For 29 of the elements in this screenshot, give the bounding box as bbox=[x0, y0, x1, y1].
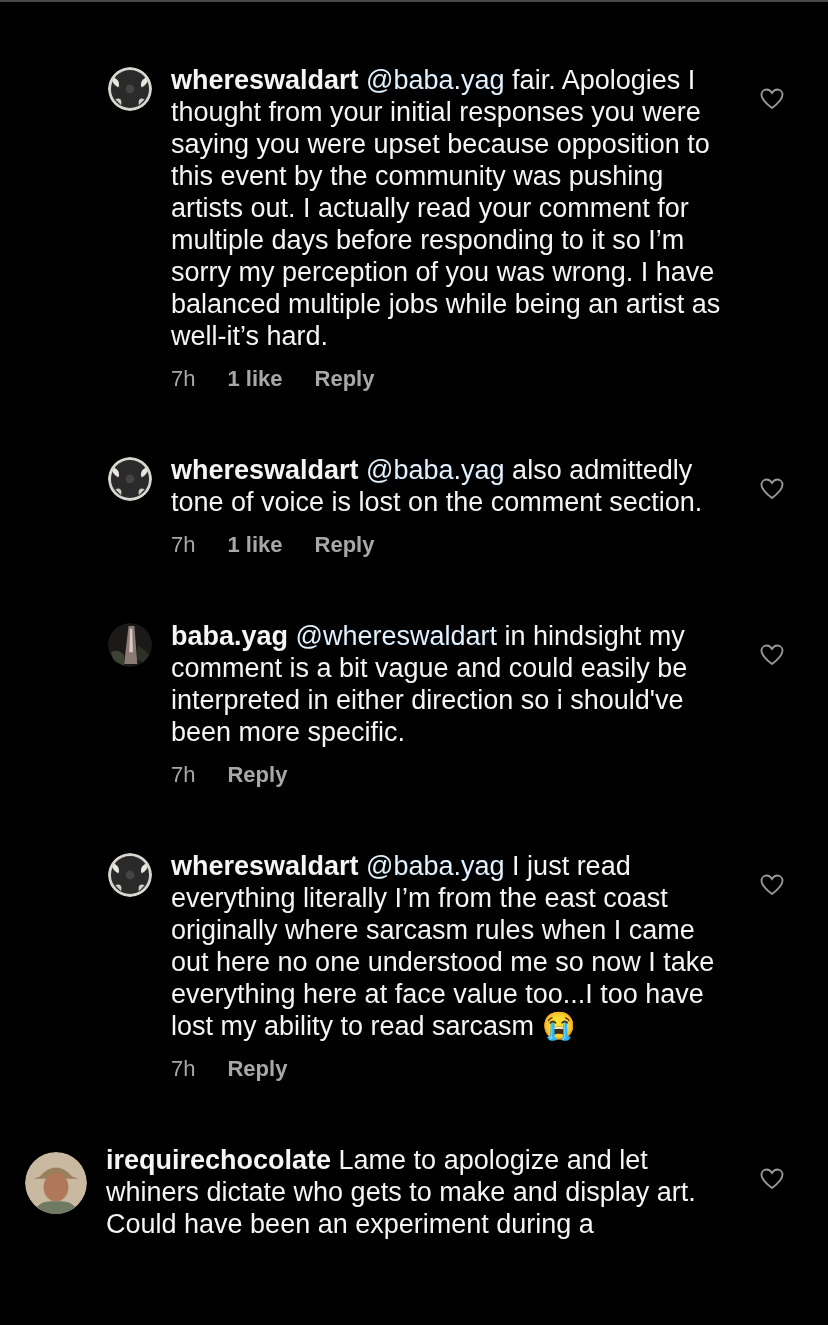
comment-text: whereswaldart @baba.yag also admittedly tone of voice is lost on the comment section. bbox=[171, 454, 704, 518]
heart-icon[interactable] bbox=[760, 1168, 784, 1190]
heart-icon[interactable] bbox=[760, 644, 784, 666]
likes-count[interactable]: 1 like bbox=[227, 366, 283, 392]
comment-text: whereswaldart @baba.yag fair. Apologies I thought from your initial responses you were saying you were upset because opposition to this event by the community was pushing artists out. I actually read your comment for multiple days before responding to it so I’m sorry my perception of you was wrong. I have balanced multiple jobs while being an artist as well-it’s hard. bbox=[171, 64, 722, 352]
comment-text: baba.yag @whereswaldart in hindsight my comment is a bit vague and could easily be interpreted in either direction so i should've been more specific. bbox=[171, 620, 689, 748]
comment-text: whereswaldart @baba.yag I just read everything literally I’m from the east coast originally where sarcasm rules when I came out here no one understood me so now I take everything here at face value too...I too have lost my ability to read sarcasm 😭 bbox=[171, 850, 716, 1042]
timestamp: 7h bbox=[171, 532, 196, 558]
heart-icon[interactable] bbox=[760, 478, 784, 500]
heart-icon[interactable] bbox=[760, 88, 784, 110]
username[interactable]: irequirechocolate bbox=[106, 1145, 332, 1175]
username[interactable]: whereswaldart bbox=[171, 65, 359, 95]
reply-button[interactable]: Reply bbox=[227, 762, 288, 788]
timestamp: 7h bbox=[171, 762, 196, 788]
heart-icon[interactable] bbox=[760, 874, 784, 896]
mention-link[interactable]: @whereswaldart bbox=[295, 621, 498, 651]
username[interactable]: whereswaldart bbox=[171, 851, 359, 881]
mention-link[interactable]: @baba.yag bbox=[366, 851, 505, 881]
timestamp: 7h bbox=[171, 366, 196, 392]
mention-link[interactable]: @baba.yag bbox=[366, 65, 505, 95]
reply-button[interactable]: Reply bbox=[314, 366, 375, 392]
username[interactable]: baba.yag bbox=[171, 621, 289, 651]
mention-link[interactable]: @baba.yag bbox=[366, 455, 505, 485]
timestamp: 7h bbox=[171, 1056, 196, 1082]
username[interactable]: whereswaldart bbox=[171, 455, 359, 485]
comment-text: irequirechocolate Lame to apologize and let whiners dictate who gets to make and display art. Could have been an experiment during a bbox=[106, 1144, 697, 1240]
reply-button[interactable]: Reply bbox=[314, 532, 375, 558]
likes-count[interactable]: 1 like bbox=[227, 532, 283, 558]
reply-button[interactable]: Reply bbox=[227, 1056, 288, 1082]
